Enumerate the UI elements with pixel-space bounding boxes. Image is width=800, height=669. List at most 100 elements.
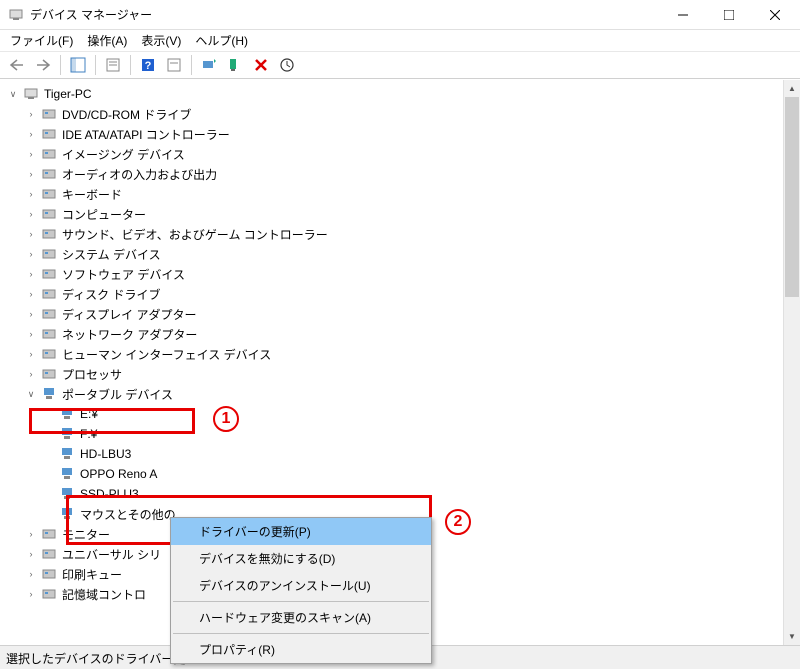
chevron-right-icon[interactable]: › [24, 249, 38, 259]
tree-label: Tiger-PC [42, 86, 94, 102]
menu-view[interactable]: 表示(V) [135, 30, 187, 51]
scroll-thumb[interactable] [785, 97, 799, 297]
chevron-down-icon[interactable]: ∨ [24, 389, 38, 400]
tree-label: プロセッサ [60, 365, 124, 384]
toolbar: ? [0, 51, 800, 79]
chevron-right-icon[interactable]: › [24, 229, 38, 239]
portable-device-icon [59, 406, 75, 422]
back-button[interactable] [6, 54, 28, 76]
portable-device-icon [59, 506, 75, 522]
device-category-icon [41, 526, 57, 542]
tree-label: コンピューター [60, 205, 148, 224]
tree-label: E:¥ [78, 406, 100, 422]
device-category-icon [41, 266, 57, 282]
tree-category[interactable]: › DVD/CD-ROM ドライブ [6, 104, 800, 124]
chevron-right-icon[interactable]: › [24, 169, 38, 179]
tree-category[interactable]: ›ディスク ドライブ [6, 284, 800, 304]
disable-button[interactable] [250, 54, 272, 76]
tree-category-portable[interactable]: ∨ ポータブル デバイス [6, 384, 800, 404]
tree-category[interactable]: › コンピューター [6, 204, 800, 224]
chevron-right-icon[interactable]: › [24, 289, 38, 299]
chevron-right-icon[interactable]: › [24, 269, 38, 279]
chevron-right-icon[interactable]: › [24, 569, 38, 579]
tree-category[interactable]: ›キーボード [6, 184, 800, 204]
show-hide-tree-button[interactable] [67, 54, 89, 76]
update-driver-button[interactable] [198, 54, 220, 76]
minimize-button[interactable] [660, 0, 706, 29]
computer-icon [23, 86, 39, 102]
portable-device-icon [59, 446, 75, 462]
tree-device-item[interactable]: ›E:¥ [6, 404, 800, 424]
chevron-right-icon[interactable]: › [24, 129, 38, 139]
tree-category[interactable]: ›IDE ATA/ATAPI コントローラー [6, 124, 800, 144]
tree-category[interactable]: › ディスプレイ アダプター [6, 304, 800, 324]
scroll-up-arrow[interactable]: ▲ [784, 80, 800, 97]
chevron-right-icon[interactable]: › [24, 309, 38, 319]
ctx-scan-hardware[interactable]: ハードウェア変更のスキャン(A) [171, 604, 431, 631]
device-category-icon [41, 546, 57, 562]
action-button[interactable] [163, 54, 185, 76]
tree-label: 記憶域コントロ [60, 585, 148, 604]
chevron-right-icon[interactable]: › [24, 549, 38, 559]
tree-category[interactable]: › ネットワーク アダプター [6, 324, 800, 344]
vertical-scrollbar[interactable]: ▲ ▼ [783, 80, 800, 645]
svg-text:?: ? [145, 60, 152, 72]
chevron-right-icon[interactable]: › [24, 209, 38, 219]
tree-category[interactable]: ›オーディオの入力および出力 [6, 164, 800, 184]
uninstall-button[interactable] [224, 54, 246, 76]
tree-category[interactable]: › サウンド、ビデオ、およびゲーム コントローラー [6, 224, 800, 244]
device-category-icon [41, 286, 57, 302]
tree-device-item[interactable]: ›HD-LBU3 [6, 444, 800, 464]
tree-root[interactable]: ∨ Tiger-PC [6, 84, 800, 104]
menu-help[interactable]: ヘルプ(H) [189, 30, 254, 51]
close-button[interactable] [752, 0, 798, 29]
chevron-right-icon[interactable]: › [24, 149, 38, 159]
ctx-disable-device[interactable]: デバイスを無効にする(D) [171, 545, 431, 572]
context-menu: ドライバーの更新(P) デバイスを無効にする(D) デバイスのアンインストール(… [170, 517, 432, 664]
forward-button[interactable] [32, 54, 54, 76]
ctx-properties[interactable]: プロパティ(R) [171, 636, 431, 663]
tree-label: ソフトウェア デバイス [60, 265, 187, 284]
device-category-icon [41, 206, 57, 222]
tree-category[interactable]: ›システム デバイス [6, 244, 800, 264]
tree-label: DVD/CD-ROM ドライブ [60, 105, 193, 124]
tree-label: ディスプレイ アダプター [60, 305, 199, 324]
tree-label: ユニバーサル シリ [60, 545, 163, 564]
menu-file[interactable]: ファイル(F) [4, 30, 79, 51]
tree-device-item[interactable]: ›F:¥ [6, 424, 800, 444]
chevron-right-icon[interactable]: › [24, 329, 38, 339]
tree-category[interactable]: ›ヒューマン インターフェイス デバイス [6, 344, 800, 364]
tree-label: ネットワーク アダプター [60, 325, 199, 344]
chevron-right-icon[interactable]: › [24, 109, 38, 119]
app-icon [8, 7, 24, 23]
ctx-update-driver[interactable]: ドライバーの更新(P) [171, 518, 431, 545]
properties-button[interactable] [102, 54, 124, 76]
tree-device-item[interactable]: ›OPPO Reno A [6, 464, 800, 484]
tree-category[interactable]: › ソフトウェア デバイス [6, 264, 800, 284]
chevron-right-icon[interactable]: › [24, 589, 38, 599]
device-category-icon [41, 586, 57, 602]
portable-device-icon [59, 466, 75, 482]
tree-device-item[interactable]: ›SSD-PLU3 [6, 484, 800, 504]
tree-category[interactable]: › プロセッサ [6, 364, 800, 384]
portable-device-icon [59, 426, 75, 442]
tree-label: サウンド、ビデオ、およびゲーム コントローラー [60, 225, 330, 244]
chevron-down-icon[interactable]: ∨ [6, 89, 20, 100]
ctx-uninstall-device[interactable]: デバイスのアンインストール(U) [171, 572, 431, 599]
chevron-right-icon[interactable]: › [24, 189, 38, 199]
scroll-down-arrow[interactable]: ▼ [784, 628, 800, 645]
menu-action[interactable]: 操作(A) [81, 30, 133, 51]
ctx-separator [173, 601, 429, 602]
menubar: ファイル(F) 操作(A) 表示(V) ヘルプ(H) [0, 30, 800, 51]
tree-label: HD-LBU3 [78, 446, 133, 462]
chevron-right-icon[interactable]: › [24, 529, 38, 539]
tree-label: マウスとその他の [78, 505, 178, 524]
tree-category[interactable]: ›イメージング デバイス [6, 144, 800, 164]
statusbar-text: 選択したデバイスのドライバー更 [6, 652, 185, 666]
help-button[interactable]: ? [137, 54, 159, 76]
scan-hardware-button[interactable] [276, 54, 298, 76]
chevron-right-icon[interactable]: › [24, 349, 38, 359]
device-category-icon [41, 126, 57, 142]
maximize-button[interactable] [706, 0, 752, 29]
chevron-right-icon[interactable]: › [24, 369, 38, 379]
